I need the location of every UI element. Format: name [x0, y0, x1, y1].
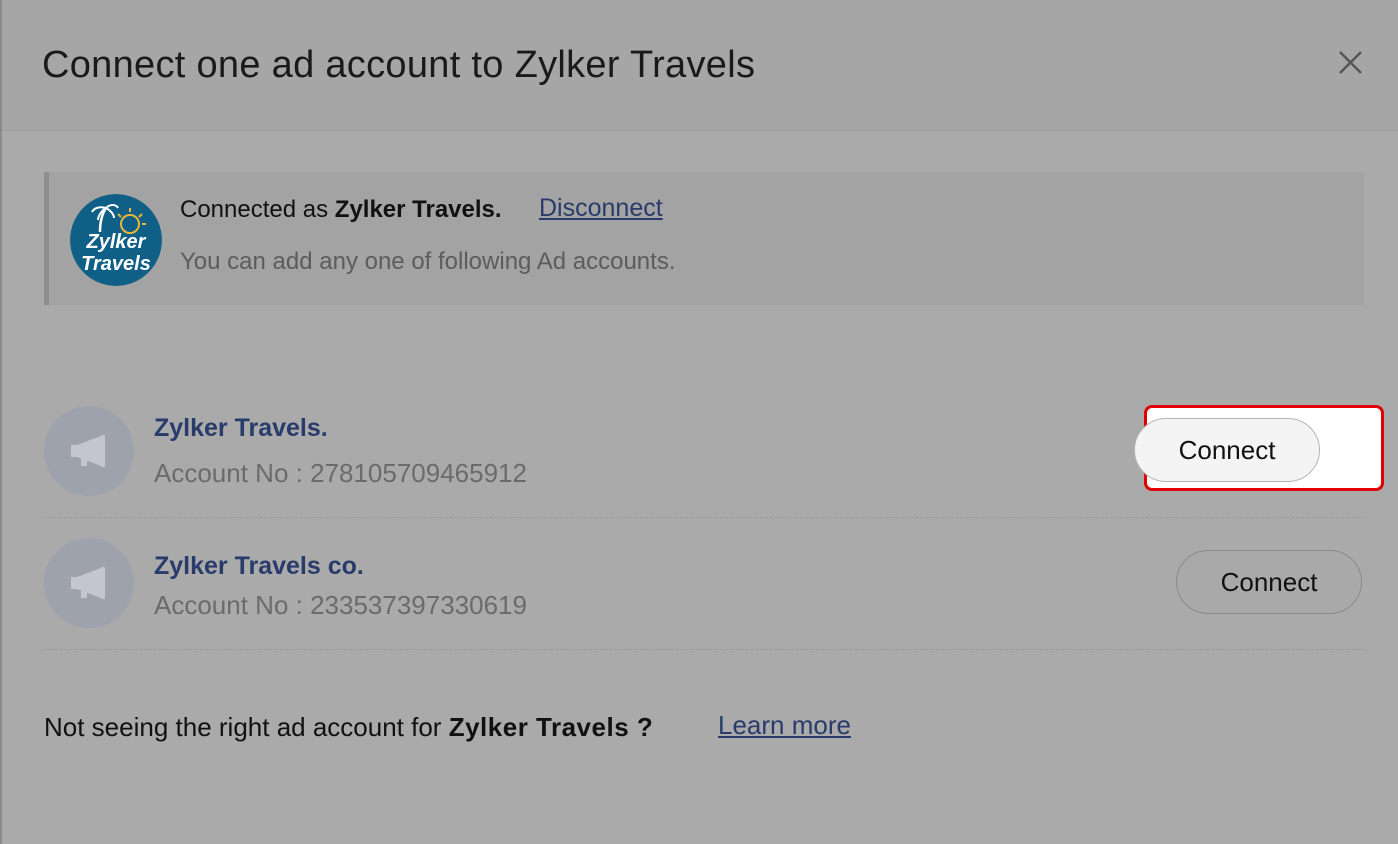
megaphone-icon [71, 435, 105, 467]
account-number: Account No : 278105709465912 [154, 458, 527, 488]
account-name: Zylker Travels co. [154, 552, 364, 580]
connection-info-box: Zylker Travels Connected as Zylker Trave… [44, 172, 1364, 305]
connected-as-text: Connected as Zylker Travels. [180, 196, 502, 224]
megaphone-icon [71, 567, 105, 599]
dialog-title: Connect one ad account to Zylker Travels [42, 44, 756, 86]
connect-ad-account-dialog: Connect one ad account to Zylker Travels [0, 0, 1398, 844]
footer-account-name: Zylker Travels ? [448, 712, 654, 742]
helper-text: You can add any one of following Ad acco… [180, 248, 676, 275]
close-button[interactable] [1330, 44, 1370, 84]
account-avatar [44, 538, 134, 628]
logo-text-line2: Travels [81, 253, 151, 275]
account-number: Account No : 233537397330619 [154, 590, 527, 620]
close-icon [1339, 51, 1362, 74]
account-row: Zylker Travels co. Account No : 23353739… [44, 518, 1364, 650]
connected-as-prefix: Connected as [180, 196, 335, 223]
zylker-travels-logo: Zylker Travels [70, 194, 162, 286]
logo-text-line1: Zylker [86, 231, 147, 253]
connect-button[interactable]: Connect [1176, 550, 1362, 614]
disconnect-link[interactable]: Disconnect [539, 194, 663, 223]
footer-prefix: Not seeing the right ad account for [44, 712, 449, 742]
dialog-header: Connect one ad account to Zylker Travels [2, 0, 1398, 131]
connect-button[interactable]: Connect [1134, 418, 1320, 482]
account-name: Zylker Travels. [154, 414, 328, 442]
account-avatar [44, 406, 134, 496]
connected-account-name: Zylker Travels. [334, 196, 502, 223]
footer-text: Not seeing the right ad account for Zylk… [44, 712, 653, 743]
learn-more-link[interactable]: Learn more [718, 710, 851, 741]
